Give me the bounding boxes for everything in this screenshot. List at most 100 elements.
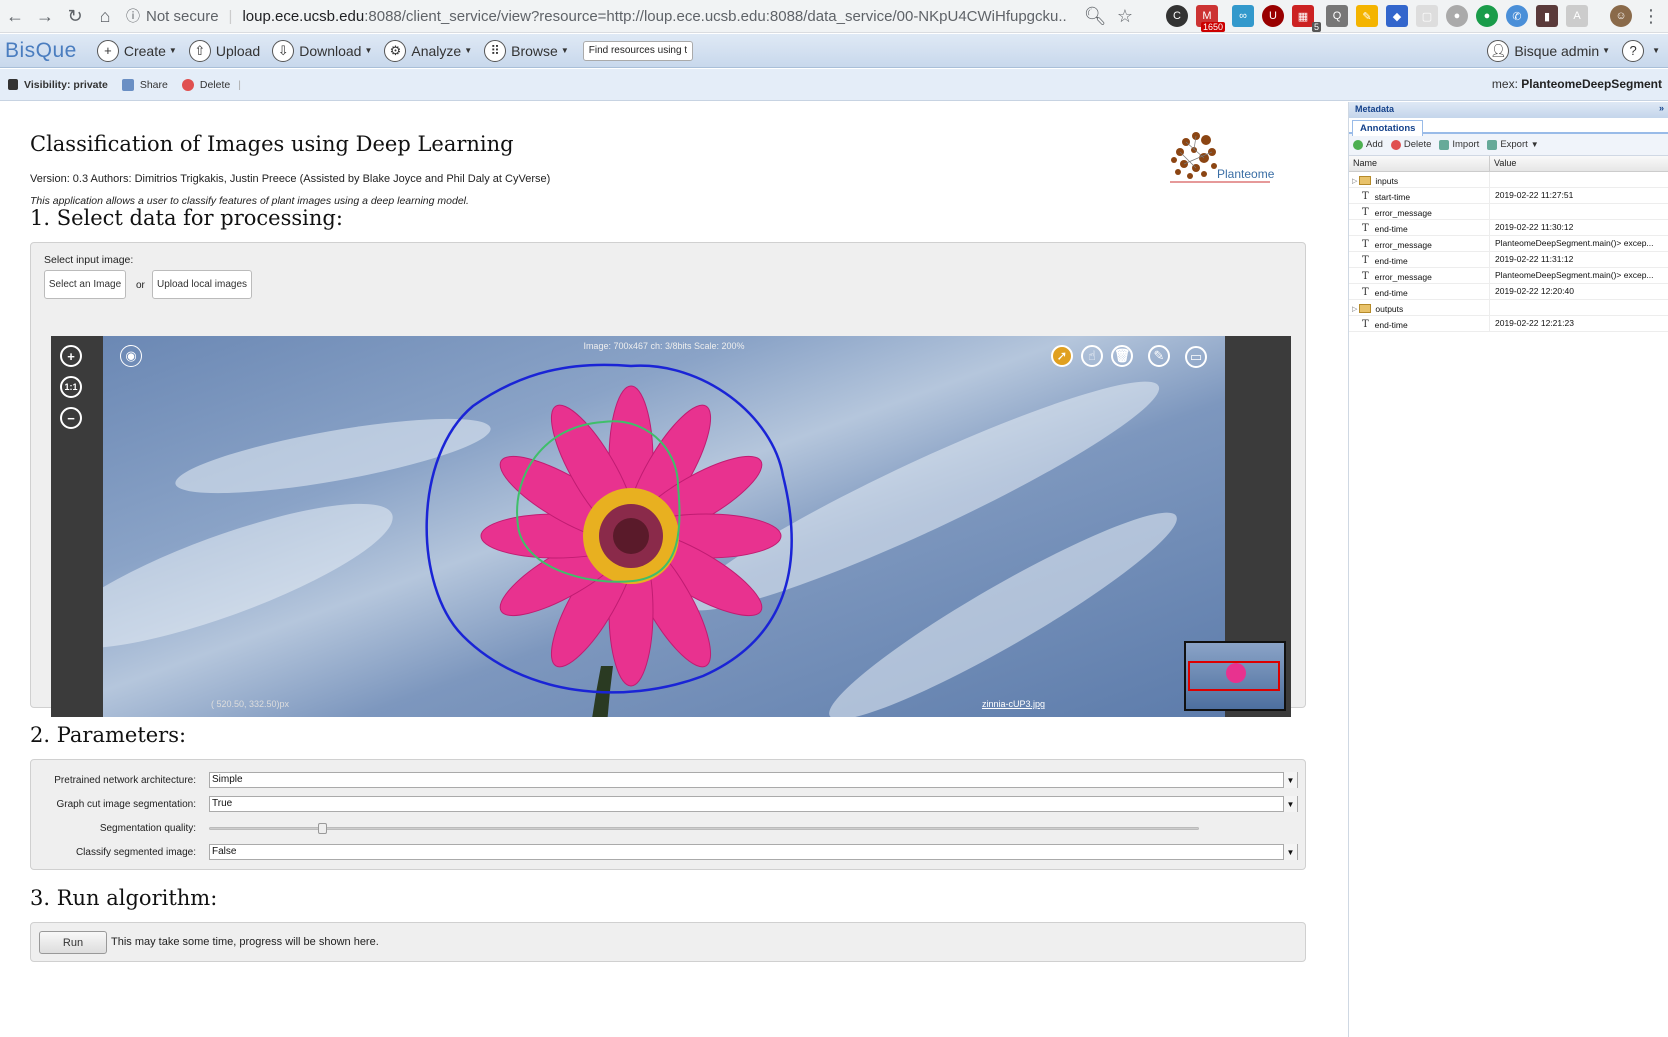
reload-icon[interactable]: ↻ xyxy=(60,1,90,31)
monitor-icon[interactable]: ▭ xyxy=(1185,346,1207,368)
annotations-toolbar: Add Delete Import Export ▼ xyxy=(1349,134,1668,156)
analyze-menu[interactable]: ⚙ Analyze ▼ xyxy=(384,39,472,62)
image-filename-link[interactable]: zinnia-cUP3.jpg xyxy=(982,699,1045,709)
extension-icon[interactable]: ● xyxy=(1446,5,1468,27)
annotation-row[interactable]: Tstart-time 2019-02-22 11:27:51 xyxy=(1349,188,1668,204)
annotation-name: error_message xyxy=(1374,239,1432,250)
forward-icon[interactable]: → xyxy=(30,1,60,31)
quality-slider-track[interactable] xyxy=(209,823,1199,834)
bookmark-star-icon[interactable]: ☆ xyxy=(1110,1,1140,31)
folder-icon xyxy=(1359,176,1372,185)
annotation-row[interactable]: Tend-time 2019-02-22 12:21:23 xyxy=(1349,316,1668,332)
eye-icon[interactable]: ◉ xyxy=(120,345,142,367)
security-label: Not secure xyxy=(146,7,219,25)
visibility-label: Visibility: private xyxy=(24,78,108,91)
delete-label: Delete xyxy=(199,78,231,91)
help-menu[interactable]: ? ▼ xyxy=(1622,39,1660,62)
create-menu[interactable]: + Create ▼ xyxy=(96,39,177,62)
download-menu[interactable]: ⇩ Download ▼ xyxy=(272,39,372,62)
extension-icon[interactable]: ✎ xyxy=(1356,5,1378,27)
graphcut-select[interactable]: True ▼ xyxy=(209,796,1298,812)
annotation-value xyxy=(1490,204,1668,219)
extension-icon[interactable]: Q xyxy=(1326,5,1348,27)
metadata-title: Metadata xyxy=(1355,104,1395,114)
upload-local-button[interactable]: Upload local images xyxy=(152,270,252,299)
annotation-name-cell: Terror_message xyxy=(1349,204,1490,219)
annotation-row[interactable]: Tend-time 2019-02-22 11:30:12 xyxy=(1349,220,1668,236)
annotations-header: Name Value xyxy=(1349,156,1668,172)
annotation-row[interactable]: Tend-time 2019-02-22 11:31:12 xyxy=(1349,252,1668,268)
upload-menu[interactable]: ⇧ Upload xyxy=(188,39,260,62)
ublock-icon[interactable]: U xyxy=(1262,5,1284,27)
lock-icon xyxy=(8,79,18,90)
navigate-icon[interactable]: ➚ xyxy=(1051,345,1073,367)
extension-icon[interactable]: ▢ xyxy=(1416,5,1438,27)
import-button[interactable]: Import xyxy=(1439,139,1479,150)
user-menu[interactable]: 👤︎ Bisque admin ▼ xyxy=(1487,39,1610,62)
extension-icon[interactable]: ◆ xyxy=(1386,5,1408,27)
trash-icon[interactable]: 🗑︎ xyxy=(1111,345,1133,367)
architecture-select[interactable]: Simple ▼ xyxy=(209,772,1298,788)
extension-icon[interactable]: A xyxy=(1566,5,1588,27)
column-value[interactable]: Value xyxy=(1490,156,1520,171)
export-button[interactable]: Export ▼ xyxy=(1487,139,1539,150)
delete-button[interactable]: Delete | xyxy=(181,78,241,91)
visibility-toggle[interactable]: Visibility: private xyxy=(8,79,108,91)
resource-search-input[interactable] xyxy=(582,40,693,61)
overview-thumbnail[interactable] xyxy=(1184,641,1286,711)
expand-icon[interactable]: ▷ xyxy=(1352,177,1357,185)
caret-down-icon: ▼ xyxy=(168,46,177,55)
help-icon: ? xyxy=(1622,39,1645,62)
run-button[interactable]: Run xyxy=(39,931,107,954)
quality-slider-thumb[interactable] xyxy=(318,823,328,834)
collapse-icon[interactable]: » xyxy=(1659,103,1664,113)
image-canvas[interactable]: Image: 700x467 ch: 3/8bits Scale: 200% (… xyxy=(103,336,1225,717)
viewport-indicator[interactable] xyxy=(1188,661,1280,691)
extension-icon[interactable]: ▮ xyxy=(1536,5,1558,27)
todo-extension-icon[interactable]: ▦ 5 xyxy=(1292,5,1321,32)
annotation-name-cell: Tend-time xyxy=(1349,284,1490,299)
annotation-row[interactable]: ▷ inputs xyxy=(1349,172,1668,188)
browse-menu[interactable]: ⠿ Browse ▼ xyxy=(484,39,569,62)
share-button[interactable]: Share xyxy=(121,78,168,91)
annotation-row[interactable]: Terror_message PlanteomeDeepSegment.main(… xyxy=(1349,236,1668,252)
mex-prefix: mex: xyxy=(1491,77,1518,91)
annotation-value: 2019-02-22 12:20:40 xyxy=(1495,286,1574,296)
or-label: or xyxy=(136,280,145,291)
home-icon[interactable]: ⌂ xyxy=(90,1,120,31)
extension-icon[interactable]: ● xyxy=(1476,5,1498,27)
select-hand-icon[interactable]: ☝ xyxy=(1081,345,1103,367)
url-path: :8088/client_service/view?resource=http:… xyxy=(364,7,1066,25)
back-icon[interactable]: ← xyxy=(0,1,30,31)
classify-select[interactable]: False ▼ xyxy=(209,844,1298,860)
zoom-out-icon[interactable]: − xyxy=(60,407,82,429)
image-viewer[interactable]: + 1:1 − Image: 700x467 ch: 3/8bits Scale… xyxy=(51,336,1291,717)
extension-icon[interactable]: ✆ xyxy=(1506,5,1528,27)
expand-icon[interactable]: ▷ xyxy=(1352,305,1357,313)
zoom-in-icon[interactable]: + xyxy=(60,345,82,367)
select-image-button[interactable]: Select an Image xyxy=(44,270,126,299)
share-label: Share xyxy=(139,78,168,91)
extension-icon[interactable]: C xyxy=(1166,5,1188,27)
url-host: loup.ece.ucsb.edu xyxy=(242,7,365,25)
metadata-tabs: Annotations xyxy=(1349,118,1668,136)
gmail-extension-icon[interactable]: M 1650 xyxy=(1196,5,1225,32)
tab-annotations[interactable]: Annotations xyxy=(1352,120,1424,136)
more-menu-icon[interactable]: ⋮ xyxy=(1636,1,1666,31)
bisque-logo[interactable]: BisQue xyxy=(5,39,77,63)
annotation-row[interactable]: Terror_message xyxy=(1349,204,1668,220)
add-button[interactable]: Add xyxy=(1353,139,1383,150)
pencil-icon[interactable]: ✎ xyxy=(1148,345,1170,367)
zoom-reset-icon[interactable]: 1:1 xyxy=(60,376,82,398)
text-tag-icon: T xyxy=(1362,271,1369,282)
annotation-row[interactable]: Terror_message PlanteomeDeepSegment.main(… xyxy=(1349,268,1668,284)
profile-avatar-icon[interactable]: ☺ xyxy=(1610,5,1632,27)
annotation-row[interactable]: ▷ outputs xyxy=(1349,300,1668,316)
address-bar[interactable]: ⓘ Not secure | loup.ece.ucsb.edu :8088/c… xyxy=(126,0,1066,32)
zoom-icon[interactable]: 🔍︎ xyxy=(1080,1,1110,31)
delete-annotation-button[interactable]: Delete xyxy=(1390,139,1431,150)
import-icon xyxy=(1439,139,1450,150)
extension-icon[interactable]: ∞ xyxy=(1232,5,1254,27)
column-name[interactable]: Name xyxy=(1349,156,1490,171)
annotation-row[interactable]: Tend-time 2019-02-22 12:20:40 xyxy=(1349,284,1668,300)
